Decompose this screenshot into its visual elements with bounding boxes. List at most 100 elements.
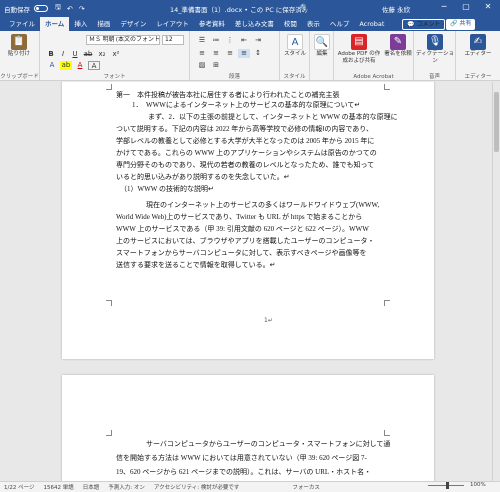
justify-button[interactable]: ≡ (238, 49, 250, 58)
text-line[interactable]: 送信する要求を送ることで情報を取得している。↵ (116, 260, 275, 270)
subscript-button[interactable]: x₂ (96, 50, 108, 59)
bold-button[interactable]: B (46, 50, 56, 59)
text-effects-button[interactable]: A (46, 61, 58, 70)
request-signature-button[interactable]: ✎ 署名を依頼 (384, 34, 412, 58)
word-count[interactable]: 15642 単語 (44, 483, 74, 491)
text-line[interactable]: 専門分野そのものであり、現代の若者の教養のレベルとなったため、誰でも知って (116, 160, 374, 170)
signature-icon: ✎ (390, 34, 406, 50)
tab-2[interactable]: 挿入 (69, 17, 92, 31)
tab-6[interactable]: 参考資料 (194, 17, 230, 31)
editor-group-label: エディター (464, 74, 492, 80)
tab-10[interactable]: ヘルプ (325, 17, 355, 31)
align-left-button[interactable]: ≡ (196, 49, 208, 58)
tab-9[interactable]: 表示 (302, 17, 325, 31)
autosave-toggle[interactable] (34, 5, 48, 12)
clipboard-group: 📋 貼り付け クリップボード (0, 31, 40, 81)
font-name-select[interactable]: ＭＳ 明朝 (本文のフォント - 日本語) (86, 35, 160, 45)
borders-button[interactable]: ⊞ (210, 61, 222, 70)
zoom-slider-knob[interactable] (446, 482, 449, 489)
page-2[interactable]: サーバコンピュータからユーザーのコンピュータ・スマートフォンに対して通信を開始す… (62, 375, 434, 481)
predictive-text[interactable]: 予測入力: オン (108, 483, 145, 491)
paste-icon: 📋 (11, 34, 27, 50)
tab-5[interactable]: レイアウト (151, 17, 194, 31)
line-spacing-button[interactable]: ↕ (252, 49, 264, 58)
minimize-button[interactable]: ─ (436, 2, 452, 11)
font-size-select[interactable]: 12 (162, 35, 184, 45)
text-line[interactable]: 学部レベルの教養として必修とする大学が大半となったのは 2005 年から 201… (116, 136, 374, 146)
zoom-level[interactable]: 100% (470, 482, 486, 488)
text-line[interactable]: いると的思い込みがあり説明するのを失念していた。↵ (116, 172, 290, 182)
align-right-button[interactable]: ≡ (224, 49, 236, 58)
underline-button[interactable]: U (70, 50, 80, 59)
text-line[interactable]: （1）WWW の技術的な説明↵ (120, 184, 214, 194)
text-line[interactable]: まず、2．以下の主張の前提として、インターネットと WWW の基本的な原理に (148, 112, 398, 122)
adobe-pdf-button[interactable]: ▤ Adobe PDF の作成および共有 (336, 34, 382, 64)
redo-icon[interactable]: ↷ (79, 5, 85, 13)
page-count[interactable]: 1/22 ページ (4, 483, 35, 491)
margin-mark (384, 300, 390, 306)
multilevel-button[interactable]: ⋮ (224, 36, 236, 45)
numbering-button[interactable]: ≔ (210, 36, 222, 45)
voice-group-label: 音声 (428, 74, 440, 80)
text-line[interactable]: World Wide Web)上のサービスであり、Twitter も URL が… (116, 212, 362, 222)
tab-0[interactable]: ファイル (4, 17, 40, 31)
styles-button[interactable]: A スタイル (282, 34, 308, 58)
text-line[interactable]: 上のサービスにおいては、ブラウザやアプリを搭載したユーザーのコンピュータ・ (116, 236, 375, 246)
user-name[interactable]: 佐藤 永欣 (382, 4, 410, 14)
scrollbar-thumb[interactable] (494, 92, 499, 152)
text-line[interactable]: 現在のインターネット上のサービスの多くはワールドワイドウェブ(WWW, (146, 200, 379, 210)
dictate-button[interactable]: 🎙 ディクテーション (416, 34, 454, 64)
undo-icon[interactable]: ↶ (67, 5, 73, 13)
styles-group: A スタイル スタイル (280, 31, 310, 81)
document-area[interactable]: 第一 本件投稿が被告本社に居住する者により行われたことの補充主張 1． WWWによ… (0, 82, 500, 481)
tab-11[interactable]: Acrobat (354, 17, 389, 31)
tab-8[interactable]: 校閲 (279, 17, 302, 31)
shading-button[interactable]: ▨ (196, 61, 208, 70)
tab-4[interactable]: デザイン (115, 17, 151, 31)
text-line[interactable]: 19、620 ページから 621 ページまでの説明）。これは、サーバの URL・… (116, 467, 371, 477)
styles-label: スタイル (283, 51, 306, 57)
increase-indent-button[interactable]: ⇥ (252, 36, 264, 45)
tab-1[interactable]: ホーム (40, 17, 70, 31)
accessibility-status[interactable]: アクセシビリティ: 検討が必要です (154, 483, 240, 491)
align-center-button[interactable]: ≡ (210, 49, 222, 58)
text-line[interactable]: ついて説明する。下記の内容は 2022 年から高等学校で必修の情報Ⅰの内容であり… (116, 124, 373, 134)
restore-button[interactable]: ▢ (458, 2, 474, 11)
language[interactable]: 日本語 (83, 483, 100, 491)
edit-button[interactable]: 🔍 編集 (312, 34, 332, 58)
editor-group: ✍ エディター エディター (456, 31, 500, 81)
page-1[interactable]: 第一 本件投稿が被告本社に居住する者により行われたことの補充主張 1． WWWによ… (62, 82, 434, 359)
margin-mark (106, 430, 112, 436)
text-line[interactable]: WWW 上のサービスである（甲 39: 引用文献の 620 ページと 622 ペ… (116, 224, 369, 234)
text-line[interactable]: 1． WWWによるインターネット上のサービスの基本的な原理について↵ (132, 100, 360, 110)
focus-button[interactable]: フォーカス (292, 483, 320, 491)
strikethrough-button[interactable]: ab (82, 50, 94, 59)
decrease-indent-button[interactable]: ⇤ (238, 36, 250, 45)
tab-3[interactable]: 描画 (92, 17, 115, 31)
highlight-button[interactable]: ab (60, 61, 72, 70)
font-group-label: フォント (103, 74, 126, 80)
font-color-button[interactable]: A (74, 61, 86, 70)
save-icon[interactable]: 🖫 (55, 3, 61, 14)
text-line[interactable]: サーバコンピュータからユーザーのコンピュータ・スマートフォンに対して通 (146, 439, 390, 449)
edit-label: 編集 (316, 51, 328, 57)
paste-button[interactable]: 📋 貼り付け (4, 34, 34, 58)
editor-button[interactable]: ✍ エディター (460, 34, 496, 58)
editor-icon: ✍ (470, 34, 486, 50)
margin-mark (384, 84, 390, 90)
italic-button[interactable]: I (58, 50, 68, 59)
share-button[interactable]: 🔗 共有 (446, 19, 476, 30)
comment-button[interactable]: 💬 コメント (402, 19, 446, 30)
search-icon[interactable]: 🔍 (300, 4, 309, 12)
acrobat-group-label: Adobe Acrobat (353, 74, 394, 80)
close-button[interactable]: ✕ (480, 2, 496, 11)
text-line[interactable]: スマートフォンからサーバコンピュータに対して、表示すべきページや画像等を (116, 248, 367, 258)
tab-7[interactable]: 差し込み文書 (230, 17, 279, 31)
text-line[interactable]: 信を開始する方法は WWW においては用意されていない（甲 39: 620 ペー… (116, 453, 367, 463)
char-border-button[interactable]: A (88, 61, 100, 70)
superscript-button[interactable]: x² (110, 50, 122, 59)
bullets-button[interactable]: ☰ (196, 36, 208, 45)
text-line[interactable]: 第一 本件投稿が被告本社に居住する者により行われたことの補充主張 (116, 90, 339, 100)
margin-mark (106, 84, 112, 90)
text-line[interactable]: かけてである。これらの WWW 上のアプリケーションやシステムは原告のかつての (116, 148, 377, 158)
